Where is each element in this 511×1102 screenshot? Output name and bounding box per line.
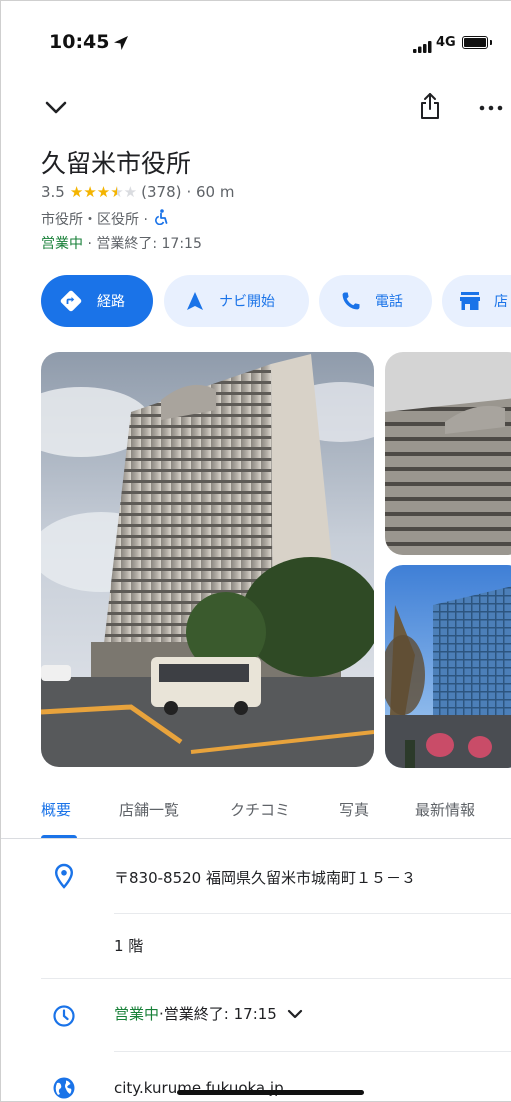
half-star-icon: ★ xyxy=(110,182,124,201)
tab-updates[interactable]: 最新情報 xyxy=(415,799,475,820)
tab-overview[interactable]: 概要 xyxy=(41,799,71,820)
phone-icon xyxy=(341,291,361,311)
main-building-photo[interactable] xyxy=(41,352,374,767)
divider xyxy=(114,913,511,914)
star-icon: ★ xyxy=(96,182,111,201)
tab-reviews[interactable]: クチコミ xyxy=(230,799,290,820)
closing-time: 営業終了: 17:15 xyxy=(96,236,202,252)
place-category: 市役所・区役所 · xyxy=(41,212,148,228)
hours-separator: · xyxy=(83,236,97,252)
store-label: 店 xyxy=(494,294,508,310)
tab-photos[interactable]: 写真 xyxy=(339,799,369,820)
wheelchair-accessible-icon[interactable] xyxy=(154,209,168,229)
call-label: 電話 xyxy=(375,294,403,310)
location-arrow-icon xyxy=(112,34,130,56)
tab-stores[interactable]: 店舗一覧 xyxy=(119,799,179,820)
place-title: 久留米市役所 xyxy=(41,149,192,178)
status-time: 10:45 xyxy=(49,31,110,53)
store-button[interactable]: 店 xyxy=(442,275,511,327)
directions-label: 経路 xyxy=(97,294,125,310)
floor-text: 1 階 xyxy=(114,937,144,955)
empty-star-icon: ★ xyxy=(123,182,138,201)
home-indicator xyxy=(177,1090,364,1095)
more-options-icon[interactable] xyxy=(473,93,509,123)
address-text[interactable]: 〒830-8520 福岡県久留米市城南町１５－３ xyxy=(114,867,416,888)
building-glass-photo[interactable] xyxy=(385,565,511,768)
location-pin-icon xyxy=(49,861,79,891)
start-navigation-button[interactable]: ナビ開始 xyxy=(164,275,309,327)
network-type: 4G xyxy=(436,35,456,50)
divider xyxy=(114,1051,511,1052)
store-icon xyxy=(459,291,481,311)
hours-row[interactable]: 営業中 · 営業終了: 17:15 xyxy=(114,1003,303,1024)
hours-summary[interactable]: 営業中 · 営業終了: 17:15 xyxy=(41,233,202,253)
open-status: 営業中 xyxy=(41,236,83,252)
collapse-chevron-icon[interactable] xyxy=(41,93,71,123)
place-sheet: 10:45 4G 久留米市役所 3.5 ★ ★ ★ ★ ★ (378) · 60… xyxy=(0,0,511,1102)
star-icon: ★ xyxy=(83,182,97,201)
status-bar: 10:45 4G xyxy=(1,1,511,81)
clock-icon xyxy=(49,1001,79,1031)
hours-open-status: 営業中 xyxy=(114,1005,160,1023)
star-icon: ★ xyxy=(69,182,84,201)
directions-icon xyxy=(59,289,83,313)
battery-cap xyxy=(490,40,492,45)
cellular-signal-icon xyxy=(413,38,433,57)
start-navigation-label: ナビ開始 xyxy=(219,294,275,310)
battery-icon xyxy=(462,36,488,49)
active-tab-indicator xyxy=(41,835,77,838)
tab-bar: 概要 店舗一覧 クチコミ 写真 最新情報 xyxy=(1,791,511,839)
review-count: (378) xyxy=(141,183,182,201)
directions-button[interactable]: 経路 xyxy=(41,275,153,327)
category-row: 市役所・区役所 · xyxy=(41,209,168,229)
hours-closing-time: 営業終了: 17:15 xyxy=(163,1005,277,1023)
distance: · 60 m xyxy=(186,183,235,201)
rating-value: 3.5 xyxy=(41,183,65,201)
divider xyxy=(41,978,511,979)
expand-hours-chevron-icon[interactable] xyxy=(287,1009,303,1019)
rating-stars: ★ ★ ★ ★ ★ xyxy=(69,182,138,201)
globe-icon xyxy=(49,1073,79,1101)
call-button[interactable]: 電話 xyxy=(319,275,432,327)
building-upper-photo[interactable] xyxy=(385,352,511,555)
rating-row[interactable]: 3.5 ★ ★ ★ ★ ★ (378) · 60 m xyxy=(41,183,234,201)
action-chips: 経路 ナビ開始 電話 店 xyxy=(41,275,511,327)
share-icon[interactable] xyxy=(415,89,445,123)
navigation-icon xyxy=(186,291,204,311)
